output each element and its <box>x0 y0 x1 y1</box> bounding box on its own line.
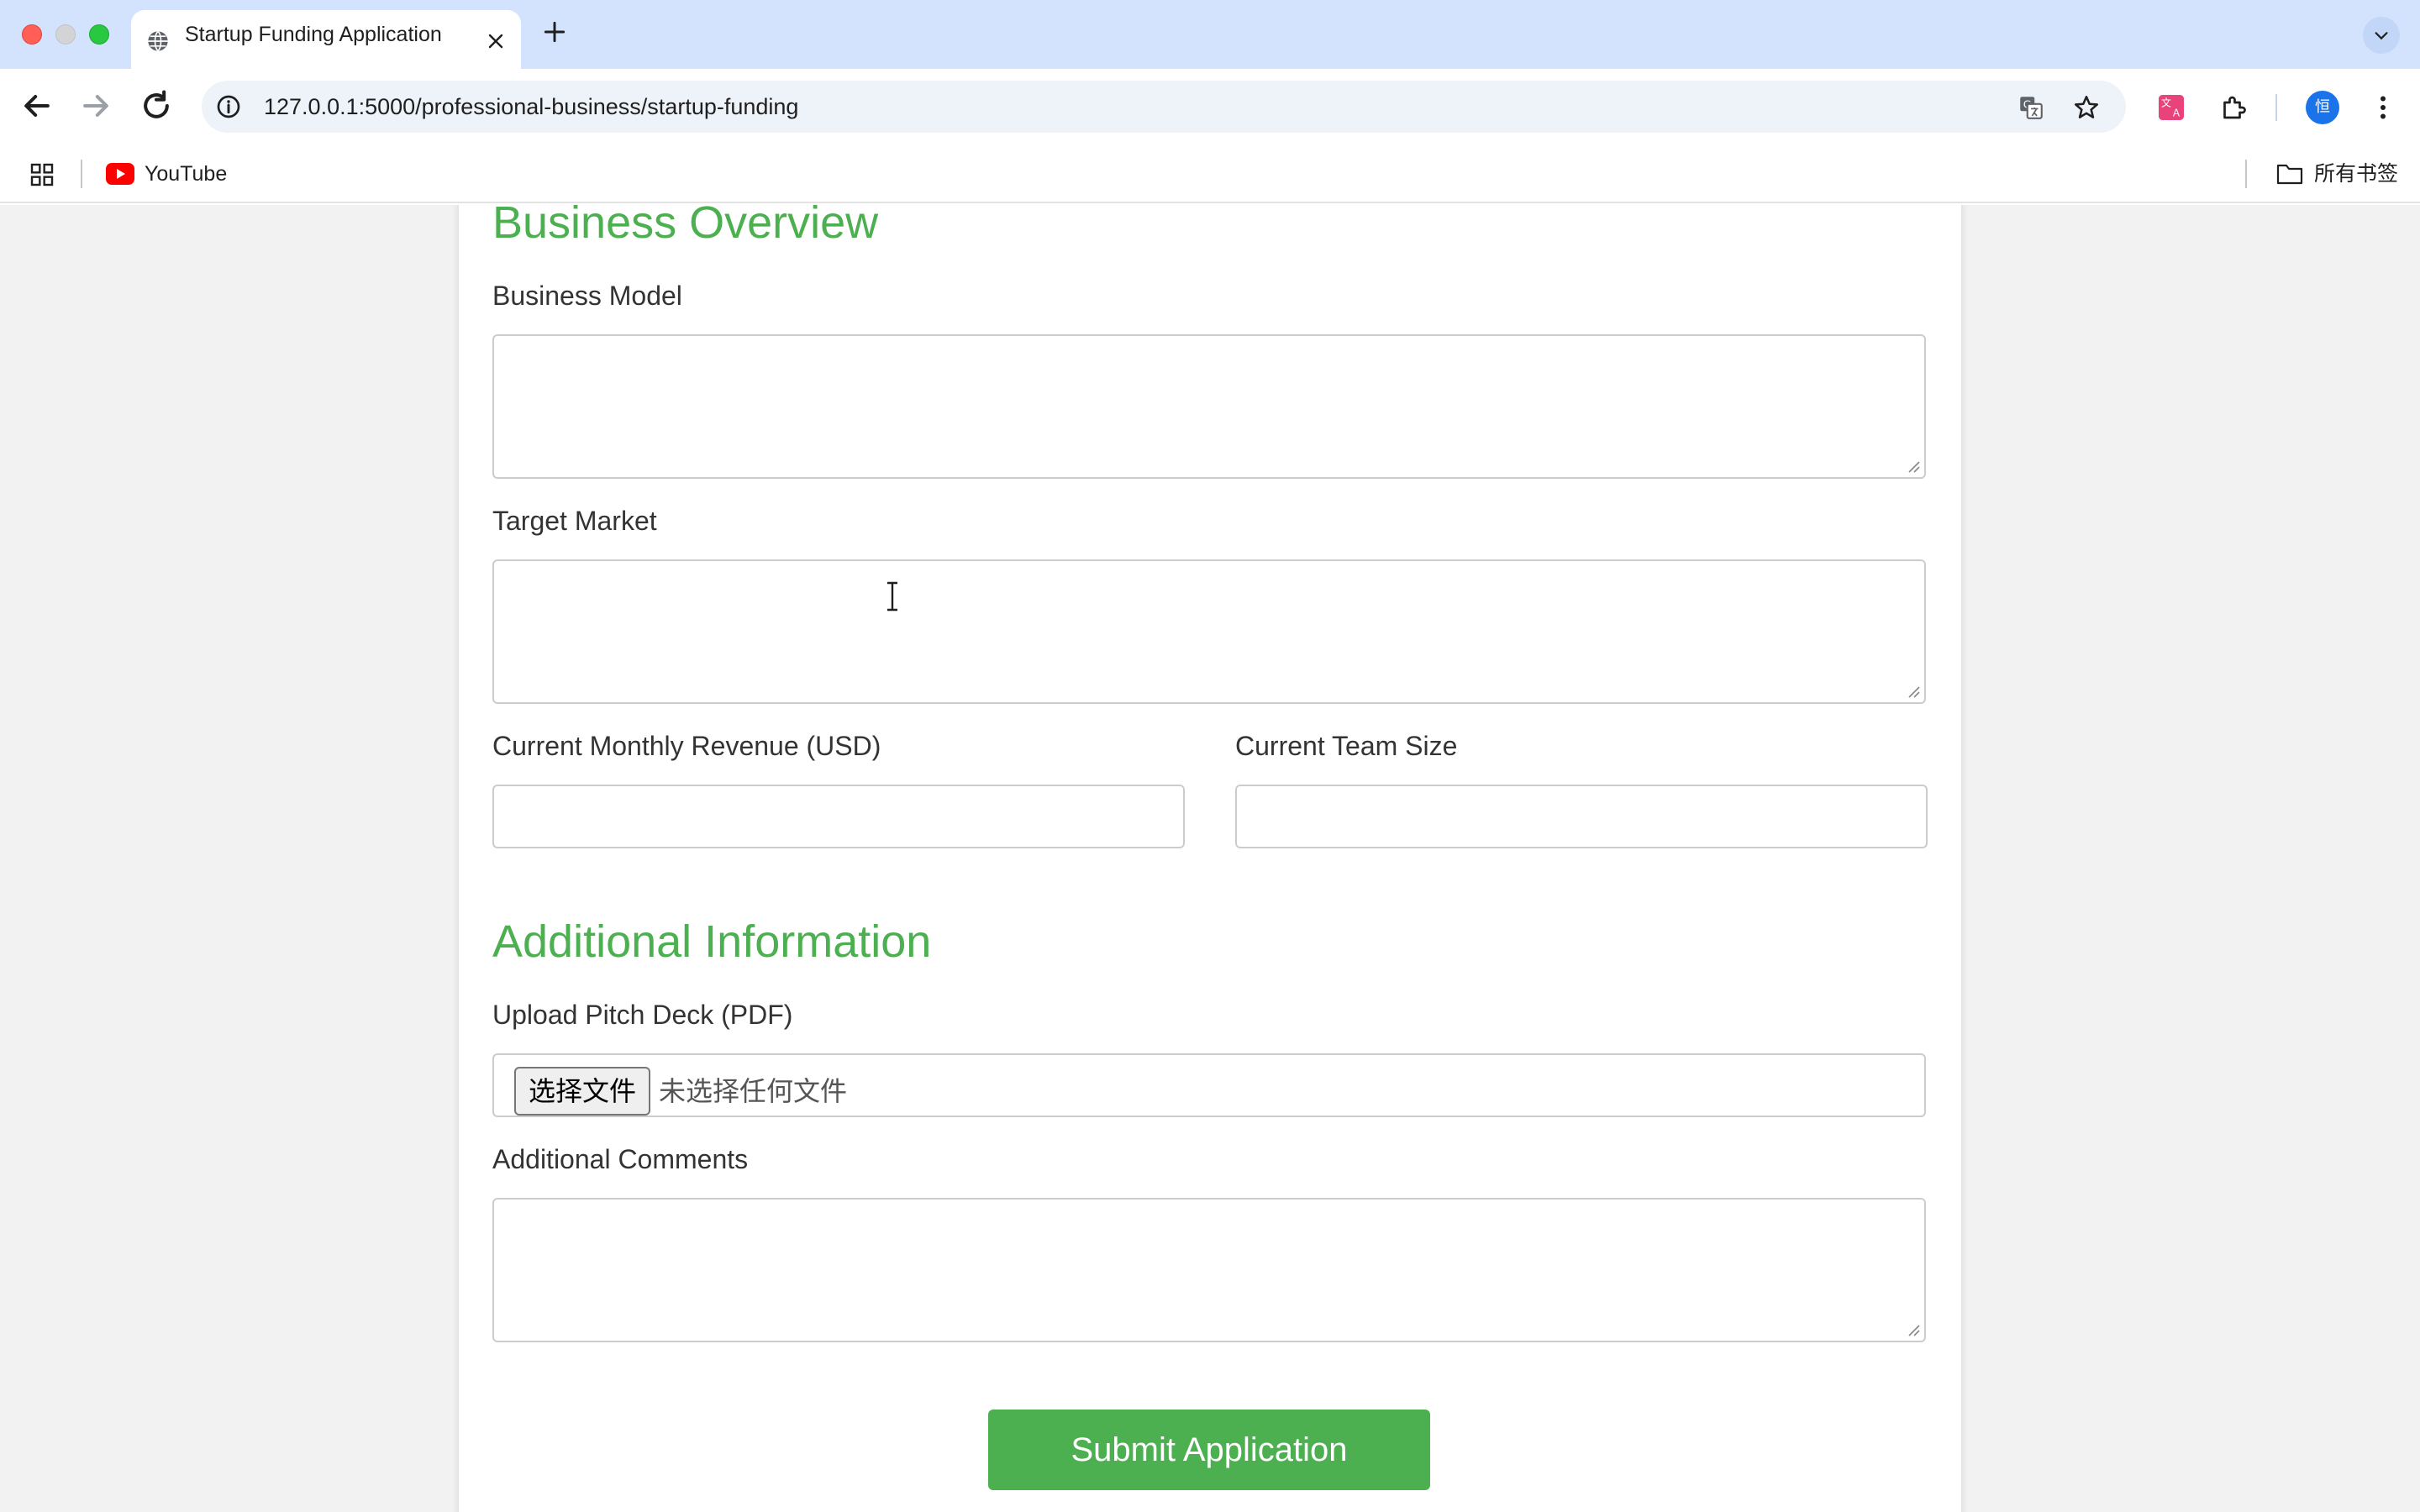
tab-title: Startup Funding Application <box>185 23 442 46</box>
monthly-revenue-input[interactable] <box>492 785 1185 848</box>
additional-comments-textarea[interactable] <box>492 1198 1926 1342</box>
team-size-label: Current Team Size <box>1235 731 1458 761</box>
bookmarks-bar: YouTube 所有书签 <box>0 144 2420 203</box>
resize-grip-icon[interactable] <box>1906 1322 1921 1337</box>
pitch-deck-label: Upload Pitch Deck (PDF) <box>492 1000 793 1030</box>
back-icon[interactable] <box>18 87 55 124</box>
resize-grip-icon[interactable] <box>1906 684 1921 699</box>
target-market-textarea[interactable] <box>492 559 1926 704</box>
all-bookmarks-button[interactable]: 所有书签 <box>2314 144 2398 203</box>
translate-extension-icon[interactable]: 文 A <box>2156 92 2186 123</box>
toolbar-divider <box>2275 94 2277 121</box>
forward-icon[interactable] <box>77 87 114 124</box>
additional-comments-label: Additional Comments <box>492 1144 749 1174</box>
profile-avatar[interactable]: 恒 <box>2306 91 2339 124</box>
new-tab-icon[interactable] <box>541 18 568 45</box>
more-menu-icon[interactable] <box>2368 92 2398 123</box>
tab-search-button[interactable] <box>2363 17 2400 54</box>
additional-information-heading: Additional Information <box>492 916 932 967</box>
application-form: Business Overview Business Model Target … <box>459 205 1961 1512</box>
page-viewport: Business Overview Business Model Target … <box>0 205 2420 1512</box>
tab-startup-funding[interactable]: Startup Funding Application <box>131 10 521 69</box>
translate-icon[interactable]: G <box>2017 93 2045 122</box>
bookmark-divider <box>81 160 82 188</box>
monthly-revenue-label: Current Monthly Revenue (USD) <box>492 731 881 761</box>
minimize-window-button[interactable] <box>55 24 76 45</box>
close-tab-icon[interactable] <box>486 31 506 51</box>
file-status-text: 未选择任何文件 <box>659 1075 848 1107</box>
choose-file-button[interactable]: 选择文件 <box>514 1067 650 1116</box>
target-market-label: Target Market <box>492 506 657 536</box>
folder-icon <box>2276 164 2303 185</box>
apps-grid-icon[interactable] <box>29 161 55 188</box>
extensions-puzzle-icon[interactable] <box>2218 92 2249 123</box>
reload-icon[interactable] <box>138 87 175 124</box>
bookmark-divider <box>2245 160 2247 188</box>
chevron-down-icon <box>2375 32 2388 40</box>
address-bar[interactable]: 127.0.0.1:5000/professional-business/sta… <box>202 81 2126 133</box>
business-overview-heading: Business Overview <box>492 205 879 248</box>
business-model-label: Business Model <box>492 281 682 311</box>
submit-application-button[interactable]: Submit Application <box>988 1410 1430 1490</box>
site-info-icon[interactable] <box>215 93 242 120</box>
maximize-window-button[interactable] <box>89 24 109 45</box>
browser-window: Startup Funding Application 127.0.0.1:50… <box>0 0 2420 1512</box>
globe-icon <box>148 30 168 52</box>
tab-strip: Startup Funding Application <box>0 0 2420 69</box>
url-text: 127.0.0.1:5000/professional-business/sta… <box>264 94 799 119</box>
bookmark-star-icon[interactable] <box>2072 93 2101 122</box>
resize-grip-icon[interactable] <box>1906 459 1921 474</box>
close-window-button[interactable] <box>22 24 42 45</box>
svg-text:文: 文 <box>2161 97 2171 109</box>
pitch-deck-file-input[interactable]: 选择文件 未选择任何文件 <box>492 1053 1926 1117</box>
bookmark-youtube[interactable]: YouTube <box>145 144 227 203</box>
business-model-textarea[interactable] <box>492 334 1926 479</box>
text-cursor-icon <box>887 581 897 612</box>
svg-text:A: A <box>2173 108 2181 119</box>
team-size-input[interactable] <box>1235 785 1928 848</box>
browser-toolbar: 127.0.0.1:5000/professional-business/sta… <box>0 69 2420 144</box>
youtube-icon <box>106 163 134 185</box>
